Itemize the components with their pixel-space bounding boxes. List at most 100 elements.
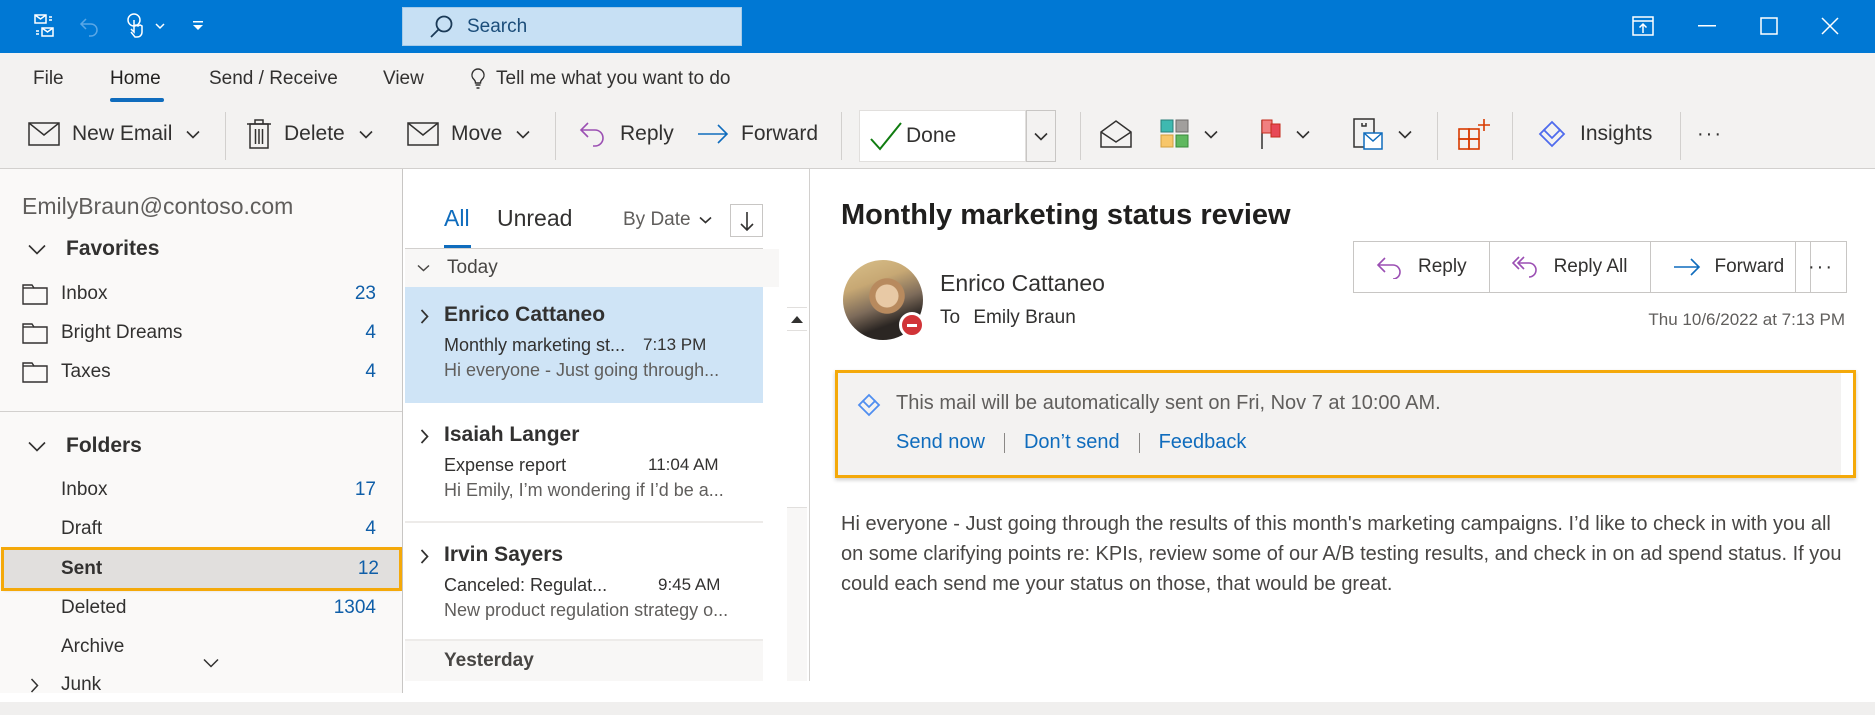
recipient-line: To Emily Braun — [940, 307, 1076, 329]
reply-icon — [579, 122, 604, 147]
recipient-name[interactable]: Emily Braun — [973, 307, 1075, 328]
sort-direction-button[interactable] — [730, 204, 763, 237]
unread-count: 4 — [365, 361, 376, 382]
message-list-scrollbar[interactable] — [787, 307, 807, 681]
tell-me-box[interactable]: Tell me what you want to do — [470, 68, 730, 90]
group-label: Today — [447, 257, 498, 278]
folder-icon — [22, 362, 48, 383]
chevron-down-icon[interactable] — [186, 130, 200, 139]
unread-count: 4 — [365, 322, 376, 343]
message-subject: Monthly marketing st... — [444, 335, 626, 355]
favorite-item-bright-dreams[interactable]: Bright Dreams 4 — [0, 314, 400, 352]
group-header-yesterday[interactable]: Yesterday — [405, 641, 763, 681]
ribbon-divider — [1512, 112, 1513, 160]
quick-step-dropdown[interactable] — [1026, 110, 1056, 162]
close-icon[interactable] — [1812, 10, 1848, 42]
folders-header[interactable]: Folders — [26, 434, 142, 458]
search-box[interactable]: Search — [402, 7, 742, 46]
forward-label: Forward — [741, 122, 819, 145]
touch-mode-dropdown-icon[interactable] — [150, 11, 170, 41]
move-button[interactable]: Move — [407, 114, 530, 154]
sort-by-dropdown[interactable]: By Date — [623, 209, 712, 231]
favorite-item-inbox[interactable]: Inbox 23 — [0, 275, 400, 313]
folder-name: Archive — [61, 636, 125, 657]
insights-button[interactable]: Insights — [1536, 114, 1652, 154]
new-email-button[interactable]: New Email — [28, 114, 200, 154]
folder-item-draft[interactable]: Draft 4 — [0, 510, 400, 548]
group-header-today[interactable]: Today — [405, 249, 779, 287]
send-receive-all-icon[interactable] — [30, 11, 60, 41]
chevron-down-icon[interactable] — [1296, 130, 1310, 139]
insights-icon — [1538, 120, 1566, 148]
favorites-header[interactable]: Favorites — [26, 237, 159, 261]
forward-button[interactable]: Forward — [1651, 242, 1811, 292]
chevron-right-icon[interactable] — [420, 549, 429, 564]
tab-home[interactable]: Home — [110, 68, 161, 90]
message-item[interactable]: Isaiah Langer Expense report 11:04 AM Hi… — [405, 407, 763, 523]
chevron-down-icon — [699, 216, 712, 224]
coming-soon-icon[interactable] — [1625, 10, 1661, 42]
tab-file[interactable]: File — [33, 68, 64, 90]
dont-send-link[interactable]: Don’t send — [1024, 431, 1120, 454]
maximize-icon[interactable] — [1751, 10, 1787, 42]
tab-send-receive[interactable]: Send / Receive — [209, 68, 338, 90]
folder-item-sent[interactable]: Sent 12 — [1, 547, 402, 591]
sender-name[interactable]: Enrico Cattaneo — [940, 270, 1105, 297]
chevron-down-icon[interactable] — [1398, 130, 1412, 139]
folder-item-archive[interactable]: Archive — [0, 628, 400, 666]
reply-all-button[interactable]: Reply All — [1490, 242, 1651, 292]
account-name[interactable]: EmilyBraun@contoso.com — [22, 193, 293, 220]
forward-arrow-icon — [698, 124, 729, 144]
chevron-right-icon[interactable] — [420, 309, 429, 324]
message-time: 7:13 PM — [643, 335, 707, 354]
filter-tab-unread[interactable]: Unread — [497, 205, 572, 232]
filter-tab-all[interactable]: All — [444, 205, 470, 232]
more-commands-button[interactable]: ··· — [1697, 114, 1723, 154]
folders-label: Folders — [66, 434, 142, 457]
flag-button[interactable] — [1260, 114, 1310, 154]
mark-read-button[interactable] — [1100, 114, 1132, 154]
favorite-item-taxes[interactable]: Taxes 4 — [0, 353, 400, 391]
minimize-icon[interactable] — [1689, 10, 1725, 42]
scroll-up-button[interactable] — [787, 307, 807, 331]
auto-send-notification: This mail will be automatically sent on … — [835, 370, 1856, 478]
message-subject: Expense report — [444, 455, 567, 475]
tab-view[interactable]: View — [383, 68, 424, 90]
message-sender: Irvin Sayers — [444, 543, 564, 566]
link-separator — [1138, 432, 1140, 453]
chevron-down-icon[interactable] — [1204, 130, 1218, 139]
presence-busy-icon — [899, 312, 925, 338]
folder-pane: EmilyBraun@contoso.com Favorites Inbox 2… — [0, 169, 403, 693]
touch-mode-icon[interactable] — [122, 11, 152, 41]
reply-button[interactable]: Reply — [578, 114, 674, 154]
message-item[interactable]: Irvin Sayers Canceled: Regulat... 9:45 A… — [405, 527, 763, 643]
categorize-button[interactable] — [1160, 114, 1218, 154]
email-subject: Monthly marketing status review — [841, 199, 1291, 231]
folder-item-deleted[interactable]: Deleted 1304 — [0, 589, 400, 627]
message-preview: New product regulation strategy o... — [444, 600, 729, 620]
move-mail-icon — [407, 122, 439, 146]
message-item[interactable]: Enrico Cattaneo Monthly marketing st... … — [405, 287, 763, 403]
chevron-down-icon[interactable] — [516, 130, 530, 139]
chevron-down-icon[interactable] — [359, 130, 373, 139]
chevron-down-icon — [28, 244, 46, 255]
more-actions-button[interactable]: ··· — [1795, 241, 1847, 293]
unread-count: 23 — [354, 283, 376, 304]
group-label: Yesterday — [444, 650, 534, 671]
folder-item-junk[interactable]: Junk — [0, 666, 400, 693]
send-now-link[interactable]: Send now — [896, 431, 985, 454]
undo-icon[interactable] — [75, 11, 105, 41]
quick-step-selector[interactable]: Done — [859, 110, 1026, 162]
delete-button[interactable]: Delete — [246, 114, 373, 154]
add-ins-icon — [1458, 119, 1490, 150]
chevron-right-icon[interactable] — [420, 429, 429, 444]
customize-toolbar-icon[interactable] — [188, 11, 208, 41]
feedback-link[interactable]: Feedback — [1159, 431, 1247, 454]
folder-item-inbox[interactable]: Inbox 17 — [0, 471, 400, 509]
forward-button[interactable]: Forward — [697, 114, 818, 154]
delete-label: Delete — [284, 122, 345, 145]
reply-button[interactable]: Reply — [1354, 242, 1490, 292]
archive-button[interactable] — [1352, 114, 1412, 154]
scroll-track[interactable] — [787, 507, 807, 681]
add-ins-button[interactable] — [1457, 114, 1491, 154]
